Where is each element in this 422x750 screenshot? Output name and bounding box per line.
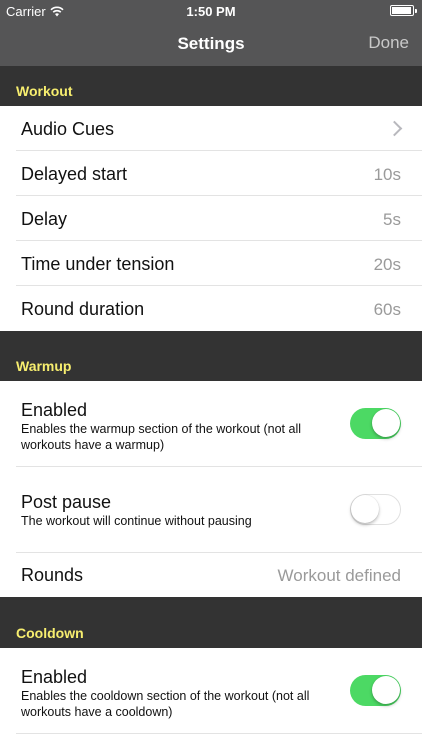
status-bar: Carrier 1:50 PM (0, 0, 422, 22)
section-title: Warmup (16, 358, 72, 374)
row-rounds[interactable]: Rounds Workout defined (0, 553, 422, 597)
row-description: Enables the cooldown section of the work… (21, 689, 310, 719)
post-pause-toggle[interactable] (350, 494, 401, 525)
row-label: Enabled (21, 400, 88, 420)
page-title: Settings (177, 34, 245, 53)
section-header-warmup: Warmup (0, 331, 422, 381)
battery-icon (390, 5, 417, 16)
row-round-duration[interactable]: Round duration 60s (0, 286, 422, 331)
row-value: Workout defined (277, 566, 401, 585)
row-cooldown-enabled: Enabled Enables the cooldown section of … (0, 648, 422, 750)
row-post-pause: Post pause The workout will continue wit… (0, 467, 422, 553)
chevron-right-icon (386, 120, 403, 137)
row-label: Enabled (21, 667, 88, 687)
row-description: The workout will continue without pausin… (21, 514, 252, 528)
row-label: Delay (21, 209, 68, 229)
row-label: Time under tension (21, 254, 175, 274)
warmup-enabled-toggle[interactable] (350, 408, 401, 439)
done-button[interactable]: Done (368, 33, 409, 53)
row-label: Delayed start (21, 164, 128, 184)
row-time-under-tension[interactable]: Time under tension 20s (0, 241, 422, 286)
row-value: 10s (373, 165, 401, 184)
section-header-workout: Workout (0, 66, 422, 106)
row-delayed-start[interactable]: Delayed start 10s (0, 151, 422, 196)
row-label: Round duration (21, 299, 145, 319)
row-audio-cues[interactable]: Audio Cues (0, 106, 422, 151)
navigation-bar: Settings Done (0, 22, 422, 66)
row-delay[interactable]: Delay 5s (0, 196, 422, 241)
clock: 1:50 PM (186, 4, 236, 19)
row-value: 60s (373, 300, 401, 319)
section-title: Cooldown (16, 625, 84, 641)
row-label: Rounds (21, 565, 84, 585)
row-value: 20s (373, 255, 401, 274)
row-description: Enables the warmup section of the workou… (21, 422, 302, 452)
row-value: 5s (383, 210, 401, 229)
row-warmup-enabled: Enabled Enables the warmup section of th… (0, 381, 422, 467)
cooldown-enabled-toggle[interactable] (350, 675, 401, 706)
row-label: Audio Cues (21, 119, 115, 139)
row-label: Post pause (21, 492, 112, 512)
section-header-cooldown: Cooldown (0, 597, 422, 648)
section-title: Workout (16, 83, 73, 99)
